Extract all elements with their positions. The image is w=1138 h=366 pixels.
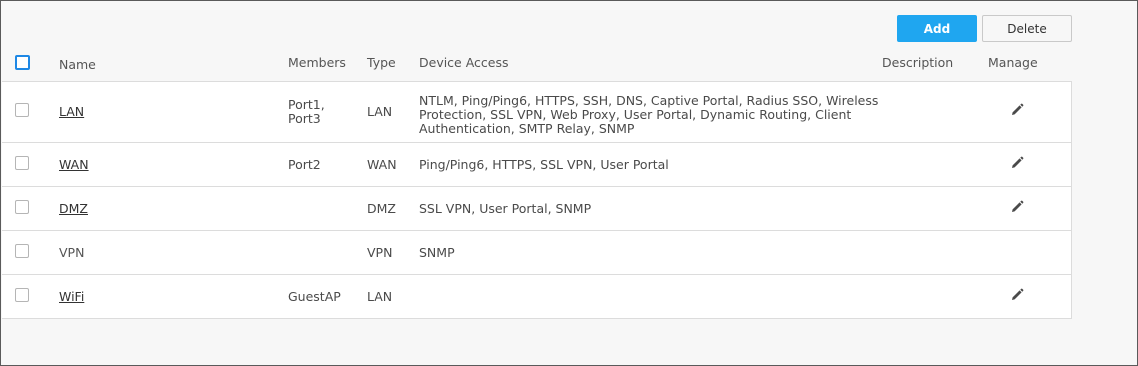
zone-type: WAN [367, 156, 397, 172]
row-checkbox[interactable] [15, 155, 29, 170]
row-checkbox[interactable] [15, 199, 29, 214]
table-row: VPN VPN SNMP [2, 231, 1072, 275]
zone-name[interactable]: DMZ [59, 201, 88, 216]
table-header: Name Members Type Device Access Descript… [2, 47, 1072, 82]
pencil-icon[interactable] [1009, 287, 1025, 303]
zone-members: GuestAP [288, 288, 341, 304]
zone-type: LAN [367, 288, 393, 304]
pencil-icon[interactable] [1009, 155, 1025, 171]
column-header-members[interactable]: Members [288, 55, 346, 70]
zones-panel: Add Delete Name Members Type Device Acce… [0, 0, 1138, 366]
zone-members: Port2 [288, 156, 321, 172]
select-all-checkbox[interactable] [15, 55, 30, 70]
zone-members: Port1, Port3 [288, 97, 325, 126]
pencil-icon[interactable] [1009, 102, 1025, 118]
zone-device-access: SSL VPN, User Portal, SNMP [419, 200, 592, 216]
zone-device-access: SNMP [419, 244, 455, 260]
zone-type: LAN [367, 104, 393, 119]
row-checkbox[interactable] [15, 287, 29, 302]
table-body: LAN Port1, Port3 LAN NTLM, Ping/Ping6, H… [2, 82, 1072, 319]
zone-device-access: Ping/Ping6, HTTPS, SSL VPN, User Portal [419, 156, 669, 172]
zones-table: Name Members Type Device Access Descript… [2, 47, 1072, 319]
table-row: LAN Port1, Port3 LAN NTLM, Ping/Ping6, H… [2, 82, 1072, 143]
zone-name[interactable]: LAN [59, 105, 84, 119]
table-row: DMZ DMZ SSL VPN, User Portal, SNMP [2, 187, 1072, 231]
column-header-device-access[interactable]: Device Access [419, 55, 509, 70]
table-row: WAN Port2 WAN Ping/Ping6, HTTPS, SSL VPN… [2, 143, 1072, 187]
zone-name[interactable]: WAN [59, 157, 89, 172]
row-checkbox[interactable] [15, 243, 29, 258]
add-button[interactable]: Add [897, 15, 977, 42]
column-header-description[interactable]: Description [882, 55, 953, 70]
column-header-manage: Manage [988, 55, 1038, 70]
zone-type: DMZ [367, 200, 396, 216]
zone-device-access: NTLM, Ping/Ping6, HTTPS, SSH, DNS, Capti… [419, 93, 879, 136]
column-header-type[interactable]: Type [367, 55, 396, 70]
pencil-icon[interactable] [1009, 199, 1025, 215]
table-row: WiFi GuestAP LAN [2, 275, 1072, 319]
delete-button[interactable]: Delete [982, 15, 1072, 42]
zone-name: VPN [59, 244, 85, 260]
zone-name[interactable]: WiFi [59, 289, 84, 304]
zone-type: VPN [367, 244, 393, 260]
row-checkbox[interactable] [15, 103, 29, 117]
column-header-name[interactable]: Name [59, 57, 96, 72]
